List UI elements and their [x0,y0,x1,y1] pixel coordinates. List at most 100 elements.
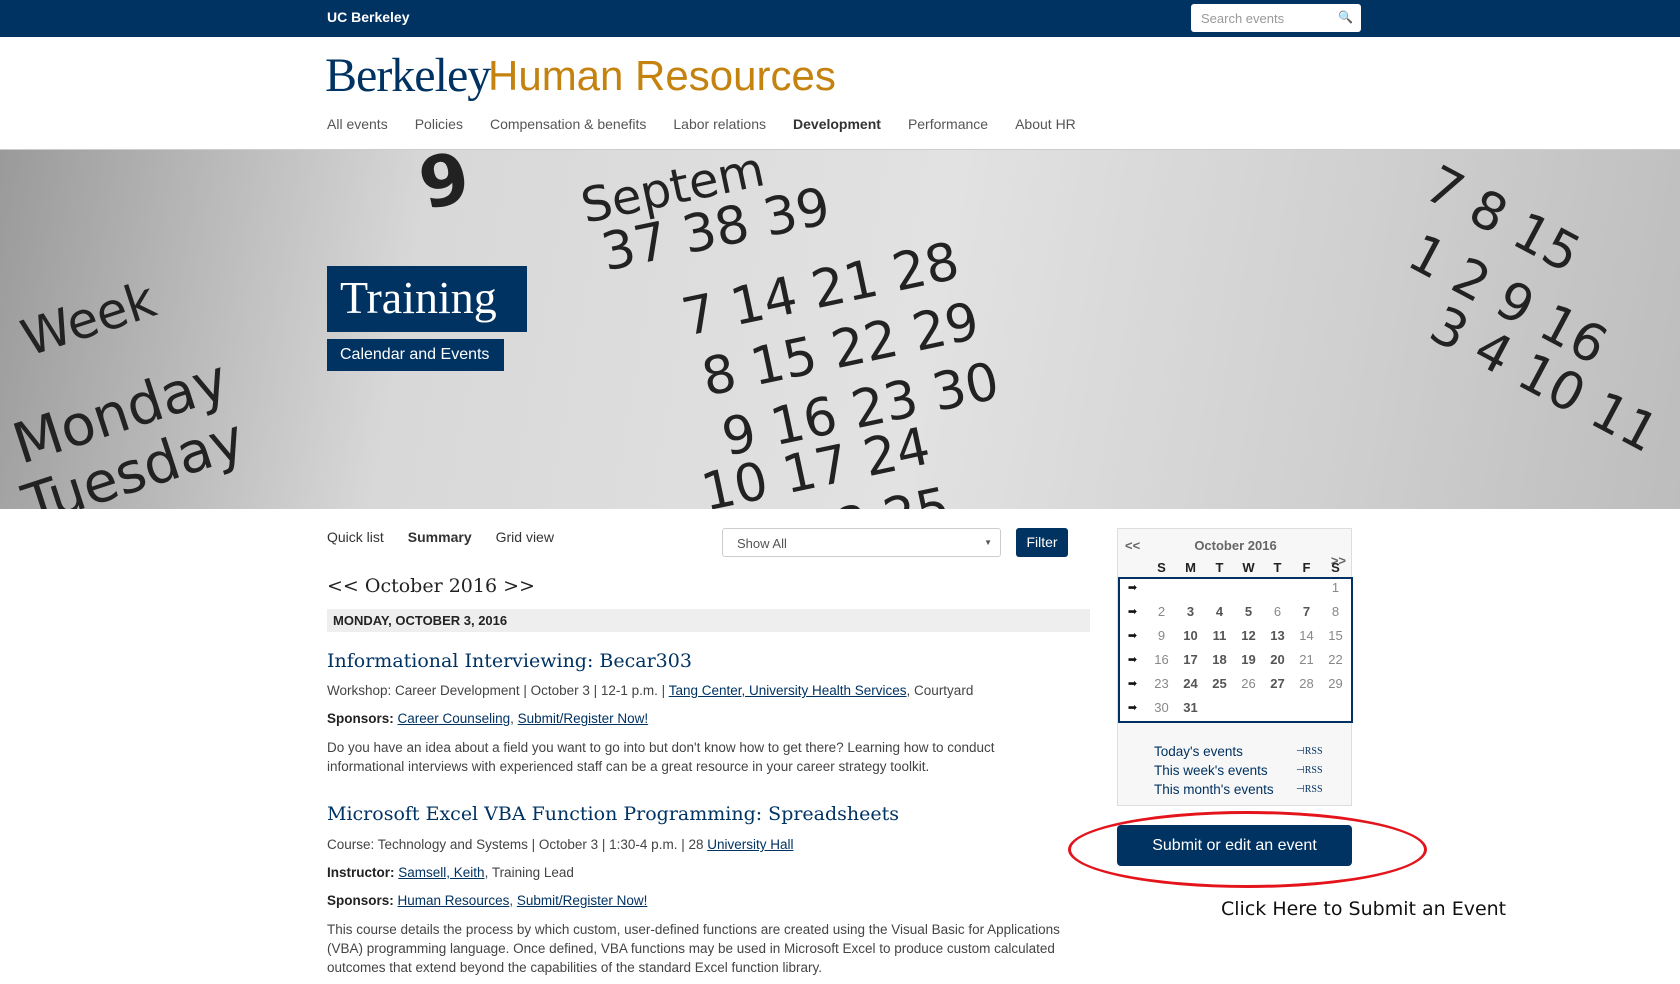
calendar-day[interactable]: 9 [1147,623,1176,647]
magnifier-icon[interactable]: 🔍 [1338,10,1353,24]
event-meta: Course: Technology and Systems | October… [327,837,794,852]
calendar-day[interactable]: 31 [1176,695,1205,719]
calendar-day[interactable]: 16 [1147,647,1176,671]
tab-grid-view[interactable]: Grid view [496,529,554,545]
event-description: This course details the process by which… [327,922,1060,975]
rss-icon: ⊣ [1296,746,1305,757]
select-value: Show All [737,536,787,551]
calendar-day[interactable]: 22 [1321,647,1350,671]
calendar-day[interactable]: 13 [1263,623,1292,647]
weekday-header: S [1157,559,1166,575]
calendar-week: ➡ 23 24 25 26 27 28 29 [1118,671,1350,695]
register-link[interactable]: Submit/Register Now! [517,893,648,908]
calendar-day [1263,695,1292,719]
calendar-day [1147,575,1176,599]
calendar-day[interactable]: 18 [1205,647,1234,671]
calendar-header: << October 2016 >> [1118,538,1353,568]
rss-icon: ⊣ [1296,784,1305,795]
week-arrow-icon[interactable]: ➡ [1118,647,1147,671]
calendar-day[interactable]: 10 [1176,623,1205,647]
calendar-day[interactable]: 4 [1205,599,1234,623]
event-sponsors: Sponsors: Career Counseling, Submit/Regi… [327,711,649,726]
calendar-day[interactable]: 26 [1234,671,1263,695]
nav-policies[interactable]: Policies [415,116,463,132]
nav-performance[interactable]: Performance [908,116,988,132]
calendar-day[interactable]: 2 [1147,599,1176,623]
weekday-header: T [1215,559,1224,575]
calendar-day[interactable]: 12 [1234,623,1263,647]
calendar-day[interactable]: 1 [1321,575,1350,599]
this-weeks-events-link[interactable]: This week's events [1154,761,1274,780]
nav-all-events[interactable]: All events [327,116,388,132]
main-nav: All events Policies Compensation & benef… [327,116,1076,132]
tab-summary[interactable]: Summary [408,529,472,545]
berkeley-logo[interactable]: Berkeley [325,48,491,103]
calendar-day[interactable]: 17 [1176,647,1205,671]
calendar-table: S M T W T F S ➡ 1 ➡ 2 3 4 5 6 7 8 ➡ 9 10 11 12 13 14 15 ➡ 16 17 18 19… [1118,559,1350,719]
rss-link[interactable]: ⊣RSS [1296,742,1323,761]
calendar-day[interactable]: 6 [1263,599,1292,623]
weekday-header: S [1331,559,1340,575]
nav-development[interactable]: Development [793,116,881,132]
tab-quick-list[interactable]: Quick list [327,529,384,545]
event-description: Do you have an idea about a field you wa… [327,740,995,774]
calendar-day[interactable]: 28 [1292,671,1321,695]
calendar-day[interactable]: 3 [1176,599,1205,623]
calendar-day [1234,575,1263,599]
event-title[interactable]: Informational Interviewing: Becar303 [327,650,692,672]
event-title[interactable]: Microsoft Excel VBA Function Programming… [327,803,899,825]
calendar-day[interactable]: 24 [1176,671,1205,695]
meta-text: Course: Technology and Systems | October… [327,837,708,852]
category-select[interactable]: Show All ▼ [722,528,1001,557]
rss-icon: ⊣ [1296,765,1305,776]
search-input[interactable]: Search events 🔍 [1191,4,1361,32]
nav-about-hr[interactable]: About HR [1015,116,1076,132]
register-link[interactable]: Submit/Register Now! [518,711,649,726]
month-navigation[interactable]: << October 2016 >> [327,575,535,597]
this-months-events-link[interactable]: This month's events [1154,780,1274,799]
filter-button[interactable]: Filter [1016,528,1068,557]
calendar-day[interactable]: 8 [1321,599,1350,623]
calendar-day[interactable]: 21 [1292,647,1321,671]
location-rest: , Courtyard [906,683,974,698]
calendar-week: ➡ 2 3 4 5 6 7 8 [1118,599,1350,623]
week-arrow-icon[interactable]: ➡ [1118,575,1147,599]
calendar-day [1205,575,1234,599]
mini-calendar: << October 2016 >> S M T W T F S ➡ 1 ➡ 2 3 4 5 6 7 8 ➡ 9 10… [1117,528,1353,806]
sponsor-link[interactable]: Human Resources [398,893,510,908]
calendar-day[interactable]: 11 [1205,623,1234,647]
week-arrow-icon[interactable]: ➡ [1118,671,1147,695]
week-arrow-icon[interactable]: ➡ [1118,599,1147,623]
sponsor-link[interactable]: Career Counseling [398,711,511,726]
prev-month-button[interactable]: << [1125,538,1140,553]
uc-berkeley-link[interactable]: UC Berkeley [327,9,410,25]
calendar-day[interactable]: 30 [1147,695,1176,719]
calendar-day[interactable]: 7 [1292,599,1321,623]
calendar-day[interactable]: 14 [1292,623,1321,647]
nav-labor-relations[interactable]: Labor relations [673,116,766,132]
calendar-day [1263,575,1292,599]
location-link[interactable]: Tang Center, University Health Services [669,683,907,698]
rss-link[interactable]: ⊣RSS [1296,761,1323,780]
annotation-text: Click Here to Submit an Event [1221,898,1507,920]
week-arrow-icon[interactable]: ➡ [1118,623,1147,647]
nav-compensation[interactable]: Compensation & benefits [490,116,646,132]
rss-links: ⊣RSS ⊣RSS ⊣RSS [1296,742,1323,799]
todays-events-link[interactable]: Today's events [1154,742,1274,761]
calendar-day[interactable]: 23 [1147,671,1176,695]
week-arrow-icon[interactable]: ➡ [1118,695,1147,719]
calendar-day [1321,695,1350,719]
calendar-day[interactable]: 27 [1263,671,1292,695]
human-resources-logo[interactable]: Human Resources [488,52,836,100]
rss-link[interactable]: ⊣RSS [1296,780,1323,799]
calendar-day[interactable]: 29 [1321,671,1350,695]
instructor-link[interactable]: Samsell, Keith [398,865,484,880]
calendar-day[interactable]: 20 [1263,647,1292,671]
calendar-day[interactable]: 5 [1234,599,1263,623]
location-link[interactable]: University Hall [707,837,793,852]
calendar-day[interactable]: 15 [1321,623,1350,647]
calendar-week: ➡ 1 [1118,575,1350,599]
calendar-day[interactable]: 25 [1205,671,1234,695]
search-placeholder: Search events [1201,11,1285,26]
calendar-day[interactable]: 19 [1234,647,1263,671]
